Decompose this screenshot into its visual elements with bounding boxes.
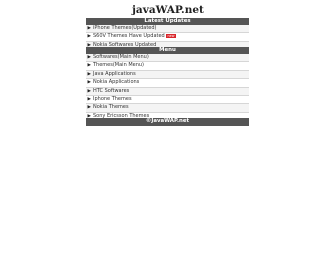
list-item-label: Java Applications bbox=[93, 70, 136, 77]
list-item-link[interactable]: Java Applications bbox=[93, 71, 136, 78]
arrow-right-icon: ▶ bbox=[87, 88, 91, 94]
arrow-right-icon: ▶ bbox=[87, 80, 91, 86]
list-item-label: Iphone Themes bbox=[93, 95, 132, 102]
arrow-right-icon: ▶ bbox=[87, 105, 91, 111]
arrow-right-icon: ▶ bbox=[87, 34, 91, 40]
arrow-right-icon: ▶ bbox=[87, 71, 91, 77]
list-item[interactable]: ▶ Softwares(Main Menu) bbox=[86, 54, 249, 63]
arrow-right-icon: ▶ bbox=[87, 26, 91, 31]
list-item-link[interactable]: Softwares(Main Menu) bbox=[93, 54, 149, 61]
list-item-label: Nokia Themes bbox=[93, 104, 129, 111]
list-item-label: Softwares(Main Menu) bbox=[93, 54, 149, 60]
latest-updates-header: Latest Updates bbox=[86, 18, 249, 25]
list-item-label: S60V Themes Have Updated bbox=[93, 33, 165, 40]
list-item-link[interactable]: S60V Themes Have Updated new bbox=[93, 33, 176, 40]
arrow-right-icon: ▶ bbox=[87, 96, 91, 102]
list-item[interactable]: ▶ Themes(Main Menu) bbox=[86, 62, 249, 71]
list-item-link[interactable]: Iphone Themes bbox=[93, 96, 132, 103]
list-item-link[interactable]: HTC Softwares bbox=[93, 88, 129, 95]
list-item-link[interactable]: iPhone Themes(Updated) bbox=[93, 25, 157, 32]
list-item-label: Nokia Applications bbox=[93, 79, 140, 86]
menu-list: ▶ Softwares(Main Menu) ▶ Themes(Main Menu) ▶… bbox=[86, 54, 249, 122]
list-item[interactable]: ▶ HTC Softwares bbox=[86, 87, 249, 96]
list-item[interactable]: ▶ Nokia Applications bbox=[86, 79, 249, 88]
list-item-label: iPhone Themes(Updated) bbox=[93, 25, 157, 31]
list-item[interactable]: ▶ Iphone Themes bbox=[86, 95, 249, 105]
footer-copyright: ©JavaWAP.net bbox=[86, 118, 249, 126]
arrow-right-icon: ▶ bbox=[87, 55, 91, 60]
site-title: javaWAP.net bbox=[132, 4, 204, 16]
new-badge: new bbox=[166, 33, 176, 38]
menu-section: Menu ▶ Softwares(Main Menu) ▶ Themes(Main M… bbox=[86, 47, 249, 122]
list-item[interactable]: ▶ S60V Themes Have Updated new bbox=[86, 33, 249, 42]
latest-updates-section: Latest Updates ▶ iPhone Themes(Updated) ▶ S… bbox=[86, 18, 249, 51]
list-item-link[interactable]: Themes(Main Menu) bbox=[93, 62, 144, 69]
menu-header: Menu bbox=[86, 47, 249, 54]
arrow-right-icon: ▶ bbox=[87, 63, 91, 69]
list-item-label: Themes(Main Menu) bbox=[93, 62, 145, 69]
list-item[interactable]: ▶ Nokia Themes bbox=[86, 104, 249, 113]
list-item[interactable]: ▶ iPhone Themes(Updated) bbox=[86, 25, 249, 34]
list-item-label: HTC Softwares bbox=[93, 87, 130, 94]
list-item-link[interactable]: Nokia Themes bbox=[93, 104, 129, 111]
list-item-link[interactable]: Nokia Applications bbox=[93, 79, 139, 86]
list-item[interactable]: ▶ Java Applications bbox=[86, 70, 249, 80]
